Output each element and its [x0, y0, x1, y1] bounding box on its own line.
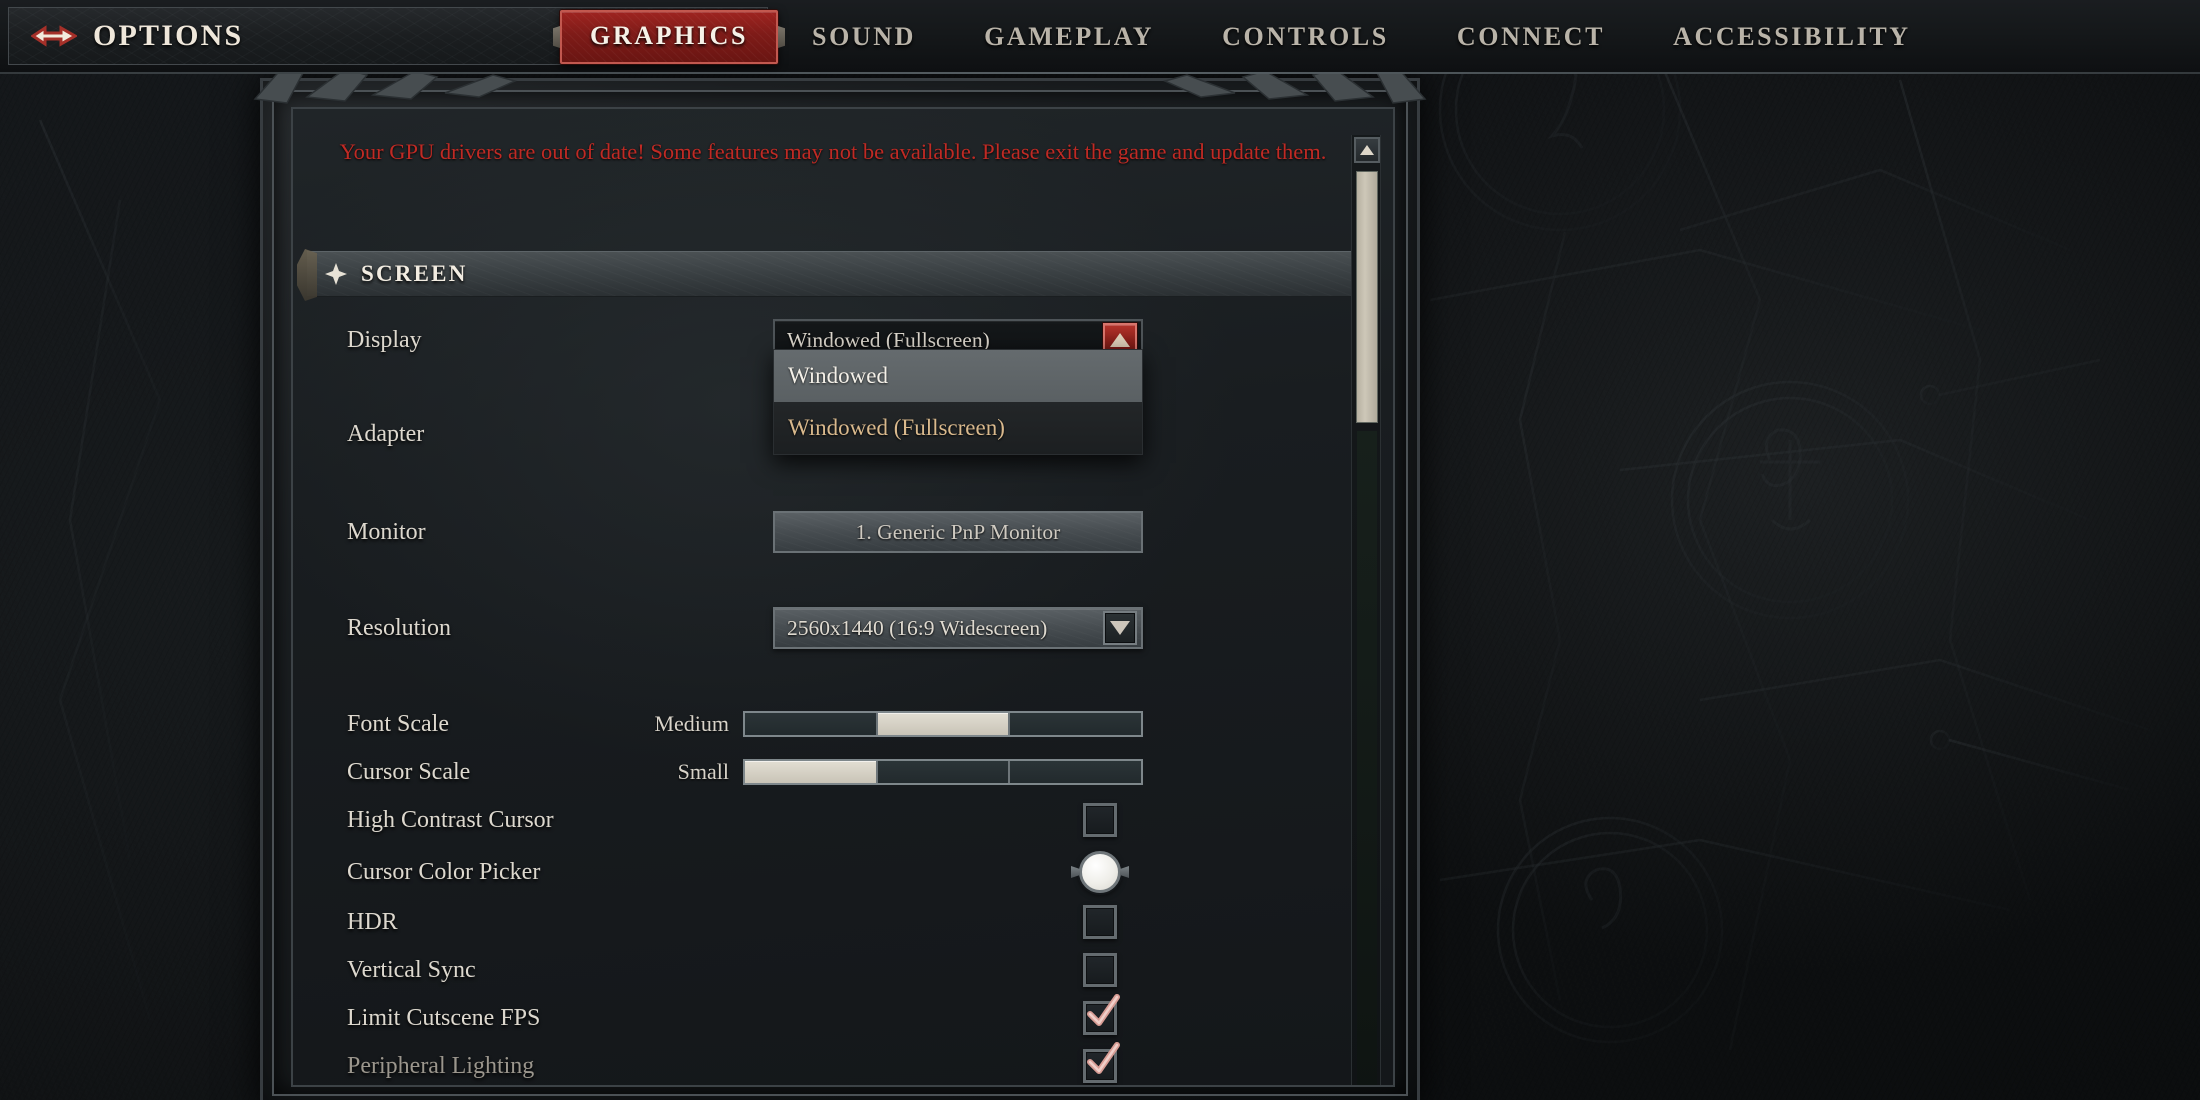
section-title: SCREEN	[361, 261, 468, 286]
slider-segment[interactable]	[877, 713, 1011, 735]
chevron-down-icon	[1110, 621, 1130, 635]
slider-segment[interactable]	[1010, 761, 1141, 783]
cursor-color-picker-swatch[interactable]	[1079, 851, 1121, 893]
high-contrast-cursor-checkbox[interactable]	[1083, 803, 1117, 837]
tab-bar: GRAPHICS SOUND GAMEPLAY CONTROLS CONNECT…	[560, 0, 1945, 74]
tab-controls[interactable]: CONTROLS	[1188, 22, 1423, 52]
row-label-cursor-scale: Cursor Scale	[347, 758, 471, 785]
row-label-adapter: Adapter	[347, 420, 425, 447]
settings-panel-body: Your GPU drivers are out of date! Some f…	[291, 107, 1395, 1087]
display-option-windowed-fullscreen[interactable]: Windowed (Fullscreen)	[774, 402, 1142, 454]
font-scale-slider-group: Medium	[611, 707, 1143, 741]
cursor-scale-slider-group: Small	[611, 755, 1143, 789]
tab-sound[interactable]: SOUND	[778, 22, 950, 52]
row-label-hdr: HDR	[347, 908, 398, 935]
resolution-dropdown[interactable]: 2560x1440 (16:9 Widescreen)	[773, 607, 1143, 649]
slider-segment[interactable]	[745, 761, 878, 783]
row-label-monitor: Monitor	[347, 518, 426, 545]
tab-connect[interactable]: CONNECT	[1423, 22, 1639, 52]
settings-panel-frame: Your GPU drivers are out of date! Some f…	[253, 66, 1427, 1100]
tab-gameplay[interactable]: GAMEPLAY	[950, 22, 1188, 52]
limit-cutscene-fps-checkbox[interactable]	[1083, 994, 1120, 1035]
peripheral-lighting-checkbox[interactable]	[1083, 1042, 1120, 1083]
checkmark-icon	[1087, 994, 1120, 1026]
row-label-peripheral-lighting: Peripheral Lighting	[347, 1052, 535, 1079]
diamond-icon	[325, 263, 347, 285]
scroll-up-button[interactable]	[1354, 137, 1380, 163]
monitor-dropdown[interactable]: 1. Generic PnP Monitor	[773, 511, 1143, 553]
slider-segment[interactable]	[878, 761, 1011, 783]
gpu-driver-warning: Your GPU drivers are out of date! Some f…	[339, 139, 1327, 164]
double-chevron-arrow-icon	[31, 25, 77, 47]
vertical-sync-checkbox[interactable]	[1083, 953, 1117, 987]
checkmark-icon	[1087, 1042, 1120, 1074]
options-screen: OPTIONS GRAPHICS SOUND GAMEPLAY CONTROLS…	[0, 0, 2200, 1100]
scrollbar-track[interactable]	[1357, 431, 1377, 1085]
monitor-dropdown-value: 1. Generic PnP Monitor	[855, 519, 1061, 544]
row-label-font-scale: Font Scale	[347, 710, 449, 737]
display-option-windowed[interactable]: Windowed	[774, 350, 1142, 402]
settings-rows: Display Windowed (Fullscreen) Adapter Mo…	[293, 307, 1393, 1085]
hdr-checkbox[interactable]	[1083, 905, 1117, 939]
row-label-display: Display	[347, 326, 422, 353]
options-title: OPTIONS	[93, 19, 244, 52]
resolution-dropdown-expand-button[interactable]	[1103, 611, 1137, 645]
resolution-dropdown-value: 2560x1440 (16:9 Widescreen)	[787, 615, 1048, 640]
settings-scrollbar[interactable]	[1351, 135, 1381, 1085]
row-label-high-contrast-cursor: High Contrast Cursor	[347, 806, 554, 833]
row-label-resolution: Resolution	[347, 614, 452, 641]
display-dropdown-list: Windowed Windowed (Fullscreen)	[773, 349, 1143, 455]
section-header-screen: SCREEN	[307, 251, 1363, 297]
tab-accessibility[interactable]: ACCESSIBILITY	[1639, 22, 1945, 52]
scroll-up-arrow-icon	[1360, 145, 1374, 155]
font-scale-value: Medium	[654, 711, 729, 736]
slider-segment[interactable]	[1010, 713, 1141, 735]
row-monitor: Monitor 1. Generic PnP Monitor	[293, 499, 1349, 565]
row-resolution: Resolution 2560x1440 (16:9 Widescreen)	[293, 595, 1349, 661]
font-scale-slider[interactable]	[743, 711, 1143, 737]
chevron-up-icon	[1110, 333, 1130, 347]
cursor-scale-slider[interactable]	[743, 759, 1143, 785]
row-peripheral-lighting: Peripheral Lighting	[293, 1033, 1349, 1085]
row-label-vertical-sync: Vertical Sync	[347, 956, 476, 983]
top-bar: OPTIONS GRAPHICS SOUND GAMEPLAY CONTROLS…	[0, 0, 2200, 74]
scrollbar-thumb[interactable]	[1356, 171, 1378, 423]
row-label-cursor-color-picker: Cursor Color Picker	[347, 858, 541, 885]
cursor-scale-value: Small	[677, 759, 729, 784]
tab-graphics[interactable]: GRAPHICS	[560, 10, 779, 64]
row-label-limit-cutscene-fps: Limit Cutscene FPS	[347, 1004, 541, 1031]
slider-segment[interactable]	[745, 713, 878, 735]
